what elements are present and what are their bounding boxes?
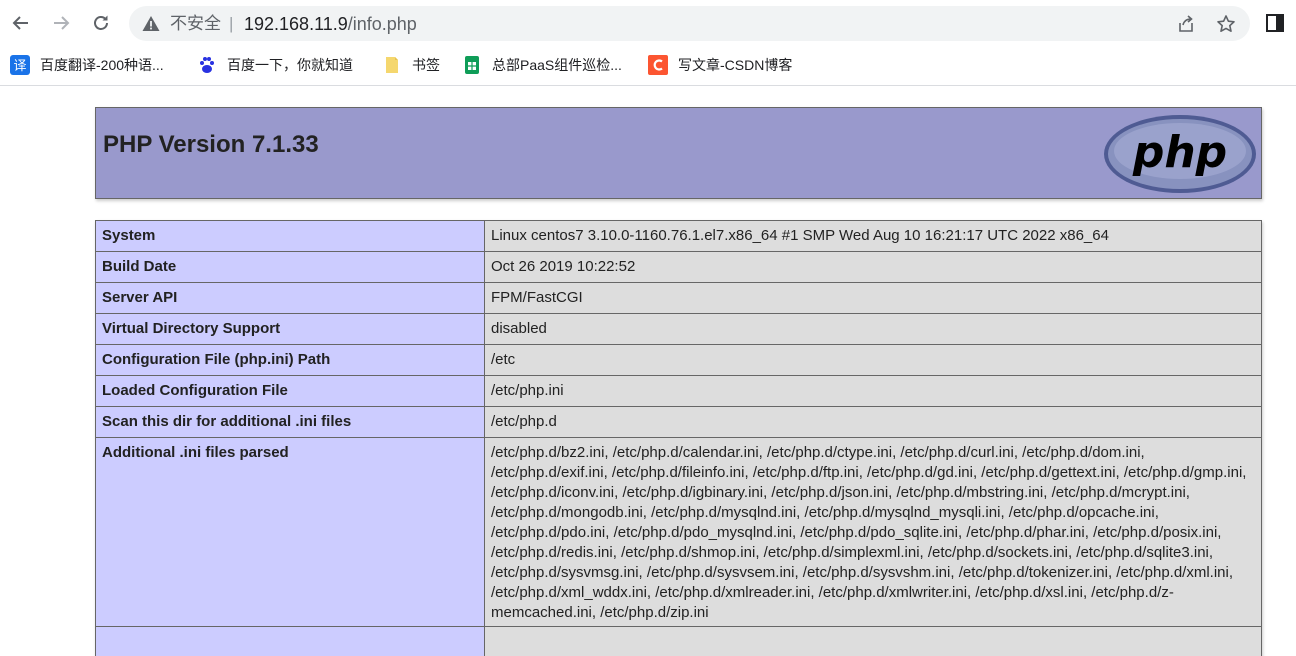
bookmark-star-button[interactable] <box>1215 13 1237 35</box>
row-key: System <box>95 220 485 252</box>
bookmark-label: 总部PaaS组件巡检... <box>492 57 622 73</box>
row-value: Linux centos7 3.10.0-1160.76.1.el7.x86_6… <box>484 220 1262 252</box>
translate-icon: 译 <box>10 55 30 75</box>
arrow-right-icon <box>54 16 70 30</box>
page-content: PHP Version 7.1.33 php System Linux cent… <box>0 87 1296 656</box>
svg-text:译: 译 <box>13 59 26 74</box>
address-bar[interactable]: 不安全 | 192.168.11.9/info.php <box>129 6 1250 41</box>
table-row: Build Date Oct 26 2019 10:22:52 <box>95 251 1262 283</box>
side-panel-icon[interactable] <box>1265 13 1285 33</box>
bookmark-label: 书签 <box>412 57 440 73</box>
baidu-paw-icon <box>197 55 217 75</box>
bookmarks-bar: 译 百度翻译-200种语... 百度一下，你就知道 书签 总部PaaS组件巡检.… <box>0 46 1296 86</box>
bookmark-paas[interactable]: 总部PaaS组件巡检... <box>462 54 622 76</box>
bookmark-folder[interactable]: 书签 <box>382 54 440 76</box>
row-value: /etc/php.ini <box>484 375 1262 407</box>
bookmark-baidu-translate[interactable]: 译 百度翻译-200种语... <box>10 54 164 76</box>
row-value: FPM/FastCGI <box>484 282 1262 314</box>
url-host: 192.168.11.9 <box>244 14 348 34</box>
php-logo-text: php <box>1132 127 1227 178</box>
arrow-left-icon <box>12 16 28 30</box>
share-button[interactable] <box>1175 13 1197 35</box>
row-key: Configuration File (php.ini) Path <box>95 344 485 376</box>
table-row: Loaded Configuration File /etc/php.ini <box>95 375 1262 407</box>
security-label[interactable]: 不安全 <box>170 14 221 34</box>
table-row <box>95 626 1262 656</box>
reload-button[interactable] <box>86 8 116 38</box>
php-version-header: PHP Version 7.1.33 php <box>95 107 1262 199</box>
table-row: Virtual Directory Support disabled <box>95 313 1262 345</box>
row-value: /etc/php.d/bz2.ini, /etc/php.d/calendar.… <box>484 437 1262 627</box>
folder-icon <box>382 55 402 75</box>
table-row: System Linux centos7 3.10.0-1160.76.1.el… <box>95 220 1262 252</box>
bookmark-label: 百度一下，你就知道 <box>227 57 353 73</box>
row-key <box>95 626 485 656</box>
row-value: /etc/php.d <box>484 406 1262 438</box>
warning-icon[interactable] <box>141 14 161 34</box>
row-key: Server API <box>95 282 485 314</box>
row-value: /etc <box>484 344 1262 376</box>
csdn-icon <box>648 55 668 75</box>
url-path: /info.php <box>347 14 417 34</box>
bookmark-baidu[interactable]: 百度一下，你就知道 <box>197 54 353 76</box>
bookmark-label: 写文章-CSDN博客 <box>678 57 793 73</box>
url-text[interactable]: 192.168.11.9/info.php <box>244 13 417 35</box>
page-title: PHP Version 7.1.33 <box>103 131 319 158</box>
bookmark-label: 百度翻译-200种语... <box>40 57 164 73</box>
omnibox-separator: | <box>229 14 234 33</box>
row-key: Virtual Directory Support <box>95 313 485 345</box>
bookmark-csdn[interactable]: 写文章-CSDN博客 <box>648 54 792 76</box>
sheets-icon <box>462 55 482 75</box>
table-row: Additional .ini files parsed /etc/php.d/… <box>95 437 1262 627</box>
browser-toolbar: 不安全 | 192.168.11.9/info.php <box>0 0 1296 46</box>
row-key: Build Date <box>95 251 485 283</box>
star-icon <box>1217 15 1235 32</box>
reload-icon <box>94 15 108 30</box>
table-row: Configuration File (php.ini) Path /etc <box>95 344 1262 376</box>
forward-button[interactable] <box>46 8 76 38</box>
back-button[interactable] <box>6 8 36 38</box>
row-value: Oct 26 2019 10:22:52 <box>484 251 1262 283</box>
php-logo-icon[interactable]: php <box>1103 114 1257 194</box>
table-row: Scan this dir for additional .ini files … <box>95 406 1262 438</box>
row-value: disabled <box>484 313 1262 345</box>
row-key: Loaded Configuration File <box>95 375 485 407</box>
row-key: Additional .ini files parsed <box>95 437 485 627</box>
share-icon <box>1179 15 1193 32</box>
table-row: Server API FPM/FastCGI <box>95 282 1262 314</box>
php-info-table: System Linux centos7 3.10.0-1160.76.1.el… <box>95 220 1262 656</box>
row-key: Scan this dir for additional .ini files <box>95 406 485 438</box>
row-value <box>484 626 1262 656</box>
